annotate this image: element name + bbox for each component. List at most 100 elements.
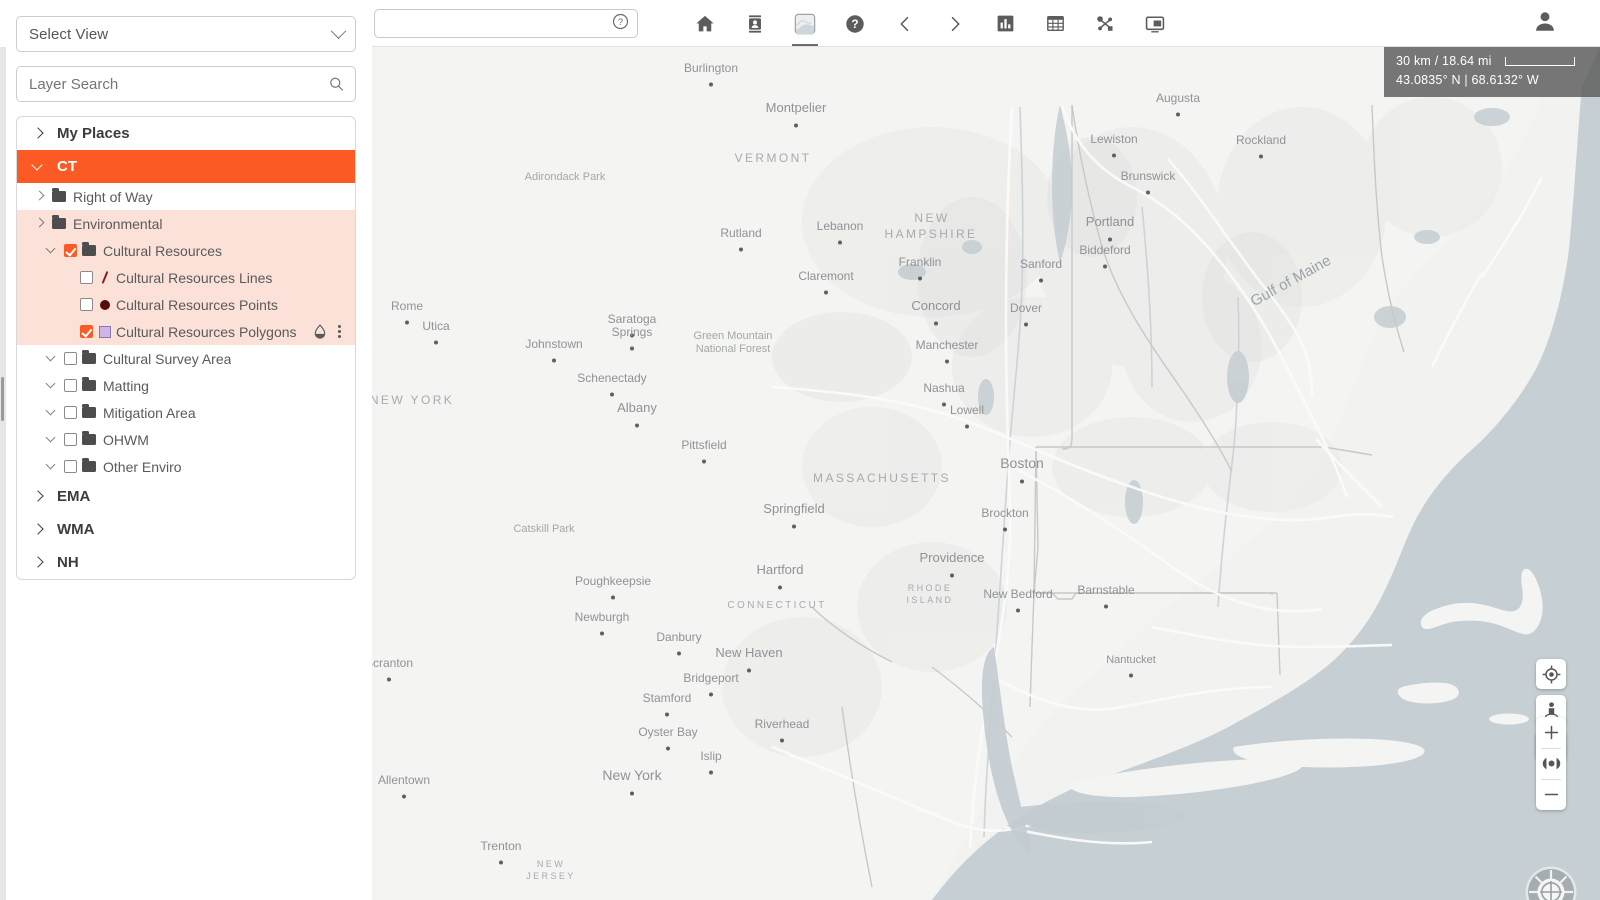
global-search-field[interactable]: ? bbox=[374, 9, 638, 38]
tree-group-nh[interactable]: NH bbox=[17, 546, 355, 579]
pan-compass-control[interactable] bbox=[1524, 865, 1578, 900]
locate-button[interactable] bbox=[1536, 659, 1566, 689]
scale-bar-icon bbox=[1504, 57, 1575, 66]
city-marker bbox=[950, 573, 954, 578]
chevron-down-icon[interactable] bbox=[47, 434, 58, 445]
network-nodes-button[interactable] bbox=[1080, 0, 1130, 47]
tree-item-other-enviro[interactable]: Other Enviro bbox=[17, 453, 355, 480]
layer-checkbox[interactable] bbox=[64, 379, 77, 392]
tree-group-label: CT bbox=[57, 158, 77, 175]
point-symbol bbox=[98, 298, 112, 312]
monitor-button[interactable] bbox=[1130, 0, 1180, 47]
layer-search-field[interactable] bbox=[16, 66, 356, 102]
chevron-down-icon[interactable] bbox=[47, 407, 58, 418]
home-button[interactable] bbox=[680, 0, 730, 47]
forward-button[interactable] bbox=[930, 0, 980, 47]
city-marker bbox=[702, 459, 706, 464]
tree-group-wma[interactable]: WMA bbox=[17, 513, 355, 546]
city-marker bbox=[1259, 154, 1263, 159]
drag-handle-icon[interactable] bbox=[1, 377, 4, 421]
tree-item-matting[interactable]: Matting bbox=[17, 372, 355, 399]
chevron-right-icon[interactable] bbox=[35, 191, 46, 202]
chevron-down-icon[interactable] bbox=[33, 161, 45, 173]
user-avatar-button[interactable] bbox=[1532, 8, 1558, 39]
layer-label: Cultural Resources bbox=[103, 242, 223, 259]
city-label: Allentown bbox=[378, 773, 430, 787]
tree-item-cultural-survey-area[interactable]: Cultural Survey Area bbox=[17, 345, 355, 372]
city-marker bbox=[824, 290, 828, 295]
global-search-input[interactable] bbox=[375, 10, 637, 37]
layer-label: Cultural Survey Area bbox=[103, 350, 232, 367]
back-button[interactable] bbox=[880, 0, 930, 47]
city-marker bbox=[965, 424, 969, 429]
tree-item-cultural-resources-lines[interactable]: Cultural Resources Lines bbox=[17, 264, 355, 291]
chevron-down-icon[interactable] bbox=[47, 380, 58, 391]
layer-checkbox[interactable] bbox=[64, 352, 77, 365]
layer-checkbox[interactable] bbox=[64, 433, 77, 446]
city-marker bbox=[1024, 322, 1028, 327]
layer-label: Matting bbox=[103, 377, 149, 394]
city-label: Hartford bbox=[757, 562, 804, 577]
basemap-button[interactable] bbox=[780, 0, 830, 47]
city-label: Lebanon bbox=[817, 219, 864, 233]
chevron-right-icon[interactable] bbox=[33, 524, 45, 536]
city-marker bbox=[402, 794, 406, 799]
state_label-label: MASSACHUSETTS bbox=[813, 471, 951, 485]
more-options-icon[interactable] bbox=[338, 324, 341, 339]
bar-chart-button[interactable] bbox=[980, 0, 1030, 47]
map-scroll-grip[interactable] bbox=[0, 47, 6, 900]
help-button[interactable]: ? bbox=[830, 0, 880, 47]
city-marker bbox=[387, 677, 391, 682]
chevron-down-icon[interactable] bbox=[47, 461, 58, 472]
tree-item-ohwm[interactable]: OHWM bbox=[17, 426, 355, 453]
opacity-droplet-icon[interactable] bbox=[313, 324, 327, 339]
tree-group-my-places[interactable]: My Places bbox=[17, 117, 355, 150]
layer-checkbox[interactable] bbox=[80, 298, 93, 311]
table-button[interactable] bbox=[1030, 0, 1080, 47]
city-marker bbox=[918, 276, 922, 281]
coordinates-label: 43.0835° N | 68.6132° W bbox=[1396, 73, 1539, 87]
zoom-out-button[interactable] bbox=[1536, 779, 1566, 810]
layer-tree: My Places CT Right of Way Environmental Cult… bbox=[16, 116, 356, 580]
chevron-right-icon[interactable] bbox=[33, 128, 45, 140]
tree-item-right-of-way[interactable]: Right of Way bbox=[17, 183, 355, 210]
city-marker bbox=[610, 392, 614, 397]
city-marker bbox=[552, 358, 556, 363]
layer-checkbox[interactable] bbox=[80, 271, 93, 284]
park_label-label: Adirondack Park bbox=[525, 171, 606, 183]
layer-checkbox[interactable] bbox=[64, 244, 77, 257]
park_label-label: Green Mountain bbox=[694, 330, 773, 342]
chevron-right-icon[interactable] bbox=[33, 557, 45, 569]
chevron-right-icon[interactable] bbox=[33, 491, 45, 503]
zoom-in-button[interactable] bbox=[1536, 717, 1566, 748]
layer-checkbox[interactable] bbox=[64, 460, 77, 473]
map-canvas[interactable]: Burlington Montpelier Augusta Lewiston Rockl… bbox=[372, 47, 1600, 900]
city-label: Saratoga bbox=[608, 312, 657, 326]
tree-item-cultural-resources[interactable]: Cultural Resources bbox=[17, 237, 355, 264]
question-circle-icon[interactable]: ? bbox=[612, 13, 629, 35]
tree-item-environmental[interactable]: Environmental bbox=[17, 210, 355, 237]
application-window: Select View My Places CT Right of Way Envir… bbox=[0, 0, 1600, 900]
chevron-down-icon[interactable] bbox=[47, 245, 58, 256]
chevron-down-icon[interactable] bbox=[47, 353, 58, 364]
chevron-right-icon[interactable] bbox=[35, 218, 46, 229]
zoom-to-extent-button[interactable] bbox=[1536, 748, 1566, 779]
city-label: Brunswick bbox=[1121, 169, 1177, 183]
city-marker bbox=[600, 631, 604, 636]
city-marker bbox=[709, 692, 713, 697]
select-view-dropdown[interactable]: Select View bbox=[16, 16, 356, 52]
layer-checkbox[interactable] bbox=[80, 325, 93, 338]
tree-item-cultural-resources-polygons[interactable]: Cultural Resources Polygons bbox=[17, 318, 355, 345]
layer-checkbox[interactable] bbox=[64, 406, 77, 419]
city-label: New Haven bbox=[715, 645, 782, 660]
tree-group-ct[interactable]: CT bbox=[17, 150, 355, 183]
tree-item-cultural-resources-points[interactable]: Cultural Resources Points bbox=[17, 291, 355, 318]
layer-search-input[interactable] bbox=[29, 67, 343, 101]
tree-item-mitigation-area[interactable]: Mitigation Area bbox=[17, 399, 355, 426]
tree-group-ema[interactable]: EMA bbox=[17, 480, 355, 513]
scale-label: 30 km / 18.64 mi bbox=[1396, 54, 1492, 68]
city-marker bbox=[778, 585, 782, 590]
address-book-button[interactable] bbox=[730, 0, 780, 47]
city-label: Biddeford bbox=[1079, 243, 1130, 257]
city-label: Rutland bbox=[720, 226, 761, 240]
